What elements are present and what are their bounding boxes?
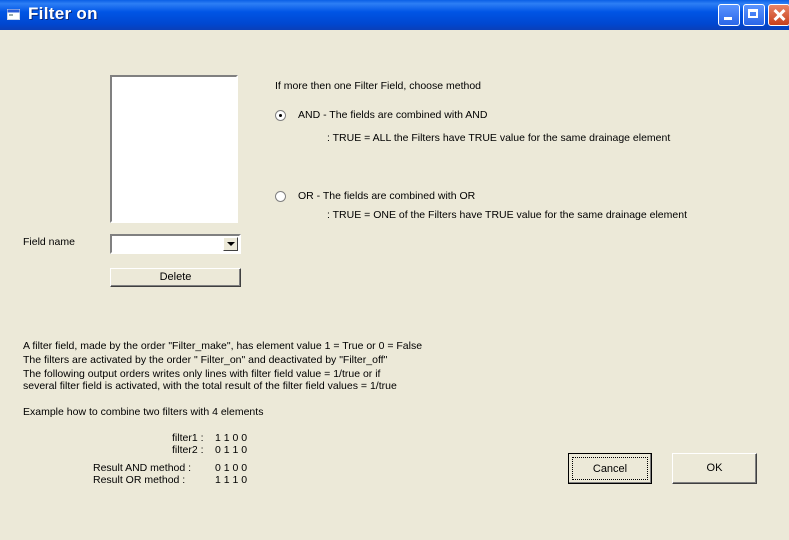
- and-description: : TRUE = ALL the Filters have TRUE value…: [327, 132, 671, 144]
- close-button[interactable]: [768, 4, 789, 26]
- example-or-values: 1 1 1 0: [215, 474, 248, 486]
- example-heading: Example how to combine two filters with …: [23, 406, 264, 418]
- field-name-label: Field name: [23, 236, 75, 248]
- method-heading: If more then one Filter Field, choose me…: [275, 80, 482, 92]
- app-window-icon: [7, 9, 20, 20]
- example-filter2-label: filter2 :: [172, 444, 204, 456]
- filter-on-window: Filter on Field name Delete If more then…: [0, 0, 789, 540]
- or-radio[interactable]: [275, 191, 286, 202]
- info-line-2: The filters are activated by the order "…: [23, 354, 388, 366]
- cancel-button-label: Cancel: [572, 457, 648, 480]
- maximize-button[interactable]: [743, 4, 765, 26]
- or-description: : TRUE = ONE of the Filters have TRUE va…: [327, 209, 687, 221]
- ok-button[interactable]: OK: [672, 453, 757, 484]
- title-bar[interactable]: Filter on: [0, 0, 789, 30]
- minimize-button[interactable]: [718, 4, 740, 26]
- delete-button[interactable]: Delete: [110, 268, 241, 287]
- info-line-4: several filter field is activated, with …: [23, 380, 397, 392]
- field-name-combo[interactable]: [110, 234, 241, 254]
- chevron-down-icon[interactable]: [223, 237, 238, 251]
- or-label[interactable]: OR - The fields are combined with OR: [298, 190, 475, 203]
- and-radio[interactable]: [275, 110, 286, 121]
- and-label[interactable]: AND - The fields are combined with AND: [298, 109, 487, 122]
- example-or-label: Result OR method :: [93, 474, 186, 486]
- window-title: Filter on: [28, 4, 98, 23]
- cancel-button[interactable]: Cancel: [568, 453, 652, 484]
- info-line-1: A filter field, made by the order "Filte…: [23, 340, 423, 352]
- field-list[interactable]: [110, 75, 238, 223]
- example-filter2-values: 0 1 1 0: [215, 444, 248, 456]
